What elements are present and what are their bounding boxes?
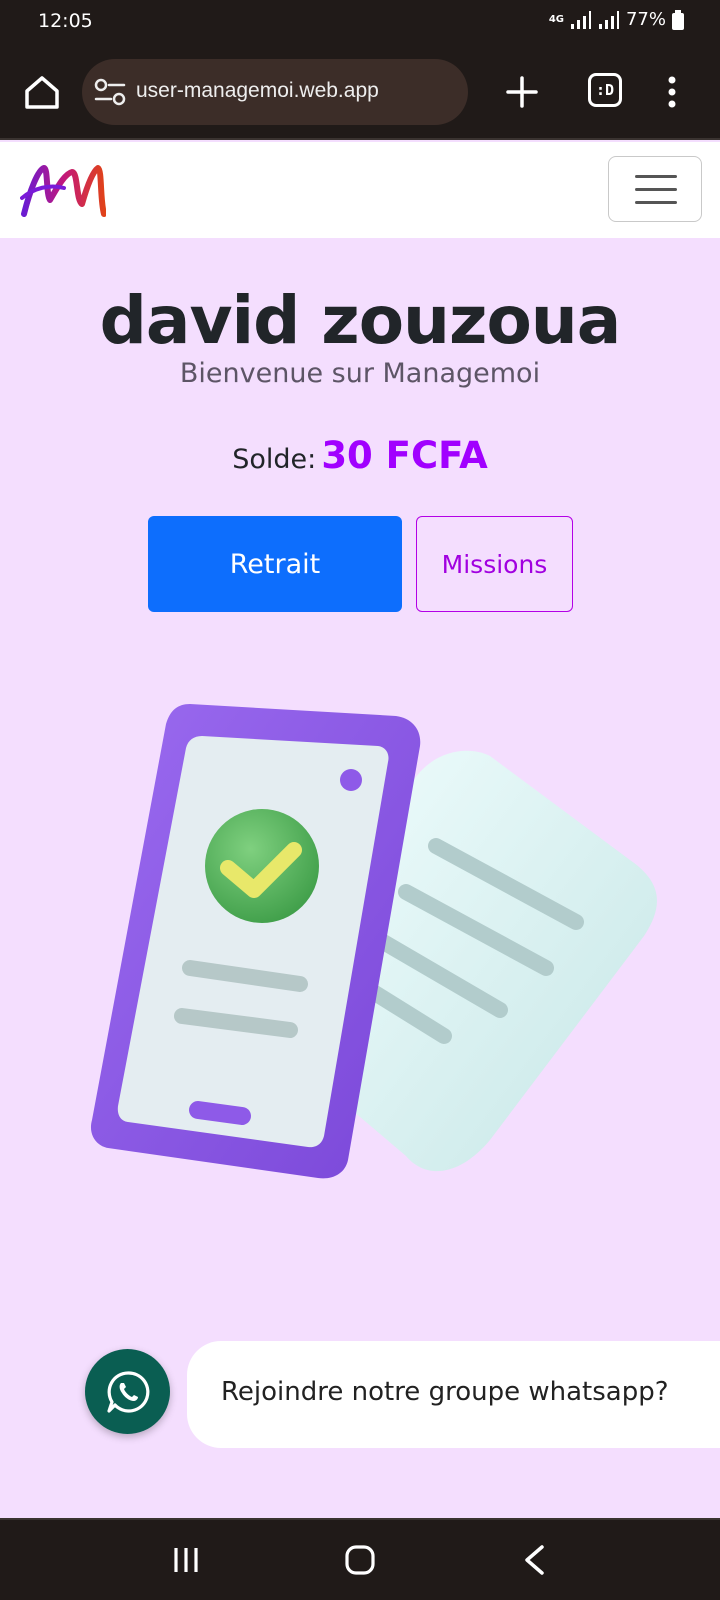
url-text[interactable]: user-managemoi.web.app	[136, 79, 379, 103]
battery-percent: 77%	[625, 9, 666, 30]
whatsapp-prompt-text: Rejoindre notre groupe whatsapp?	[221, 1377, 669, 1407]
status-icons: 4G 77%	[549, 9, 684, 30]
phone-document-illustration	[90, 704, 657, 1179]
hamburger-menu-button[interactable]	[608, 156, 702, 222]
hamburger-line	[635, 175, 677, 178]
status-bar: 12:05 4G 77%	[0, 0, 720, 46]
user-name: david zouzoua	[99, 282, 622, 359]
signal-icon-2	[598, 10, 619, 29]
whatsapp-button[interactable]	[85, 1349, 170, 1434]
whatsapp-icon	[106, 1370, 149, 1413]
site-navbar	[0, 142, 720, 238]
managemoi-logo[interactable]	[20, 160, 106, 222]
system-nav-bar	[0, 1518, 720, 1600]
welcome-text: Bienvenue sur Managemoi	[179, 358, 541, 389]
more-options-icon[interactable]	[662, 72, 682, 112]
home-icon[interactable]	[22, 72, 62, 112]
signal-icon	[570, 10, 591, 29]
missions-button[interactable]: Missions	[416, 516, 573, 612]
battery-icon	[672, 9, 684, 30]
network-type: 4G	[548, 13, 564, 25]
back-icon[interactable]	[522, 1544, 546, 1576]
balance: Solde: 30 FCFA	[0, 434, 720, 477]
tab-switcher-button[interactable]: :D	[588, 73, 622, 107]
new-tab-icon[interactable]	[502, 72, 542, 112]
nav-home-icon[interactable]	[344, 1544, 376, 1576]
recent-apps-icon[interactable]	[170, 1544, 202, 1576]
balance-label: Solde:	[232, 444, 317, 475]
hamburger-line	[635, 201, 677, 204]
whatsapp-prompt-bubble[interactable]: Rejoindre notre groupe whatsapp?	[187, 1341, 720, 1448]
site-settings-icon[interactable]	[94, 77, 126, 107]
balance-value: 30 FCFA	[321, 434, 488, 477]
status-time: 12:05	[38, 10, 93, 32]
retrait-button[interactable]: Retrait	[148, 516, 402, 612]
hamburger-line	[635, 188, 677, 191]
browser-toolbar: user-managemoi.web.app :D	[0, 46, 720, 140]
address-bar[interactable]: user-managemoi.web.app	[82, 59, 468, 125]
